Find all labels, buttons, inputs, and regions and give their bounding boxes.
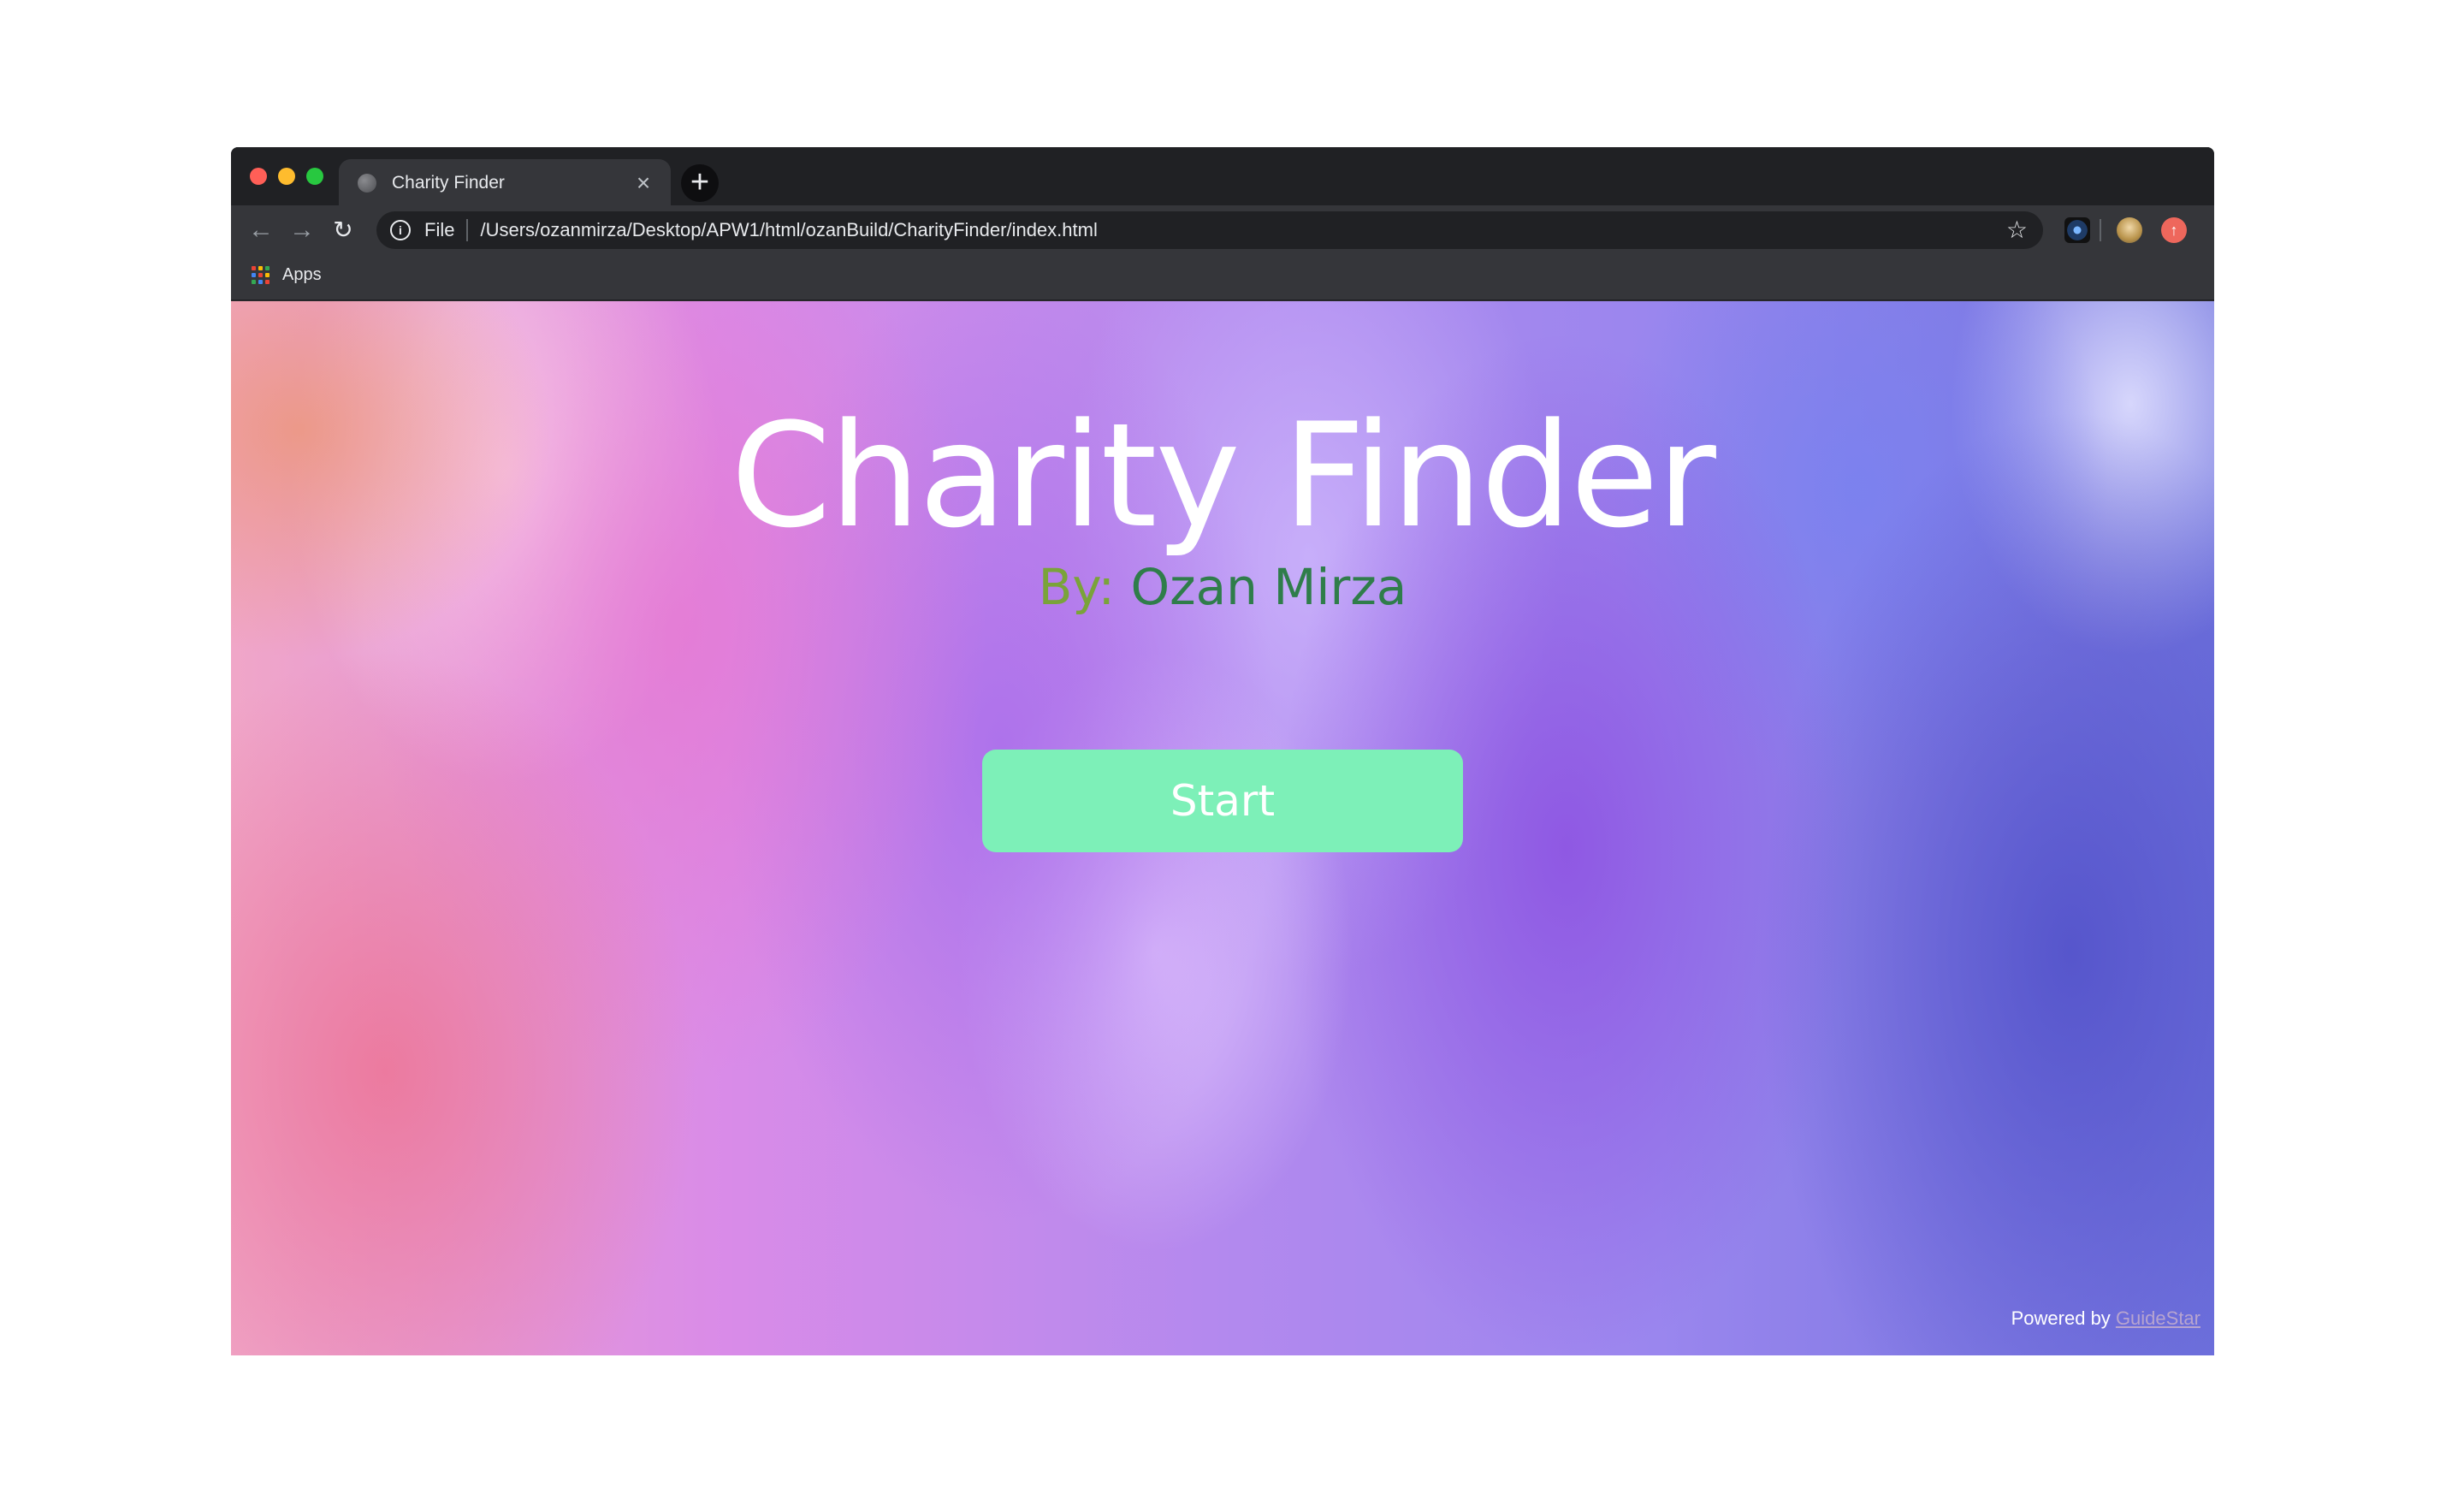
powered-by-label: Powered by [2011, 1307, 2111, 1329]
extension-icon[interactable] [2064, 217, 2090, 243]
address-bar[interactable]: i File /Users/ozanmirza/Desktop/APW1/htm… [376, 211, 2043, 249]
maximize-window-button[interactable] [306, 168, 323, 185]
guidestar-link[interactable]: GuideStar [2116, 1307, 2200, 1329]
powered-by: Powered by GuideStar [2011, 1307, 2200, 1330]
tab-title: Charity Finder [392, 173, 505, 193]
new-tab-button[interactable]: + [681, 164, 719, 202]
byline: By: Ozan Mirza [231, 558, 2214, 616]
browser-window: Charity Finder × + ← → ↻ i File /Users/o… [231, 147, 2214, 1355]
scheme-label: File [424, 219, 455, 240]
star-icon[interactable]: ☆ [2006, 218, 2028, 242]
update-icon[interactable]: ↑ [2161, 217, 2187, 243]
reload-icon[interactable]: ↻ [329, 216, 358, 245]
tab-charity-finder[interactable]: Charity Finder × [339, 159, 671, 207]
page-content: Charity Finder By: Ozan Mirza Start Powe… [231, 301, 2214, 1355]
globe-icon [358, 174, 376, 193]
close-window-button[interactable] [250, 168, 267, 185]
window-controls [250, 168, 323, 185]
apps-grid-icon [252, 265, 270, 285]
arrow-right-icon[interactable]: → [287, 216, 317, 245]
bookmarks-bar: Apps [231, 255, 2214, 300]
arrow-left-icon[interactable]: ← [246, 216, 275, 245]
profile-avatar-icon[interactable] [2117, 217, 2142, 243]
bookmark-apps[interactable]: Apps [252, 265, 322, 285]
byline-name: Ozan Mirza [1130, 558, 1407, 616]
info-icon[interactable]: i [390, 220, 411, 240]
apps-label: Apps [282, 265, 322, 284]
start-button[interactable]: Start [982, 750, 1463, 852]
close-tab-icon[interactable]: × [633, 171, 654, 195]
url-text[interactable]: /Users/ozanmirza/Desktop/APW1/html/ozanB… [480, 219, 2005, 241]
toolbar-divider [2100, 219, 2101, 241]
address-divider [466, 219, 469, 241]
byline-prefix: By: [1038, 558, 1116, 616]
browser-toolbar: ← → ↻ i File /Users/ozanmirza/Desktop/AP… [231, 205, 2214, 255]
minimize-window-button[interactable] [278, 168, 295, 185]
tab-strip: Charity Finder × + [231, 147, 2214, 207]
page-title: Charity Finder [731, 392, 1716, 560]
